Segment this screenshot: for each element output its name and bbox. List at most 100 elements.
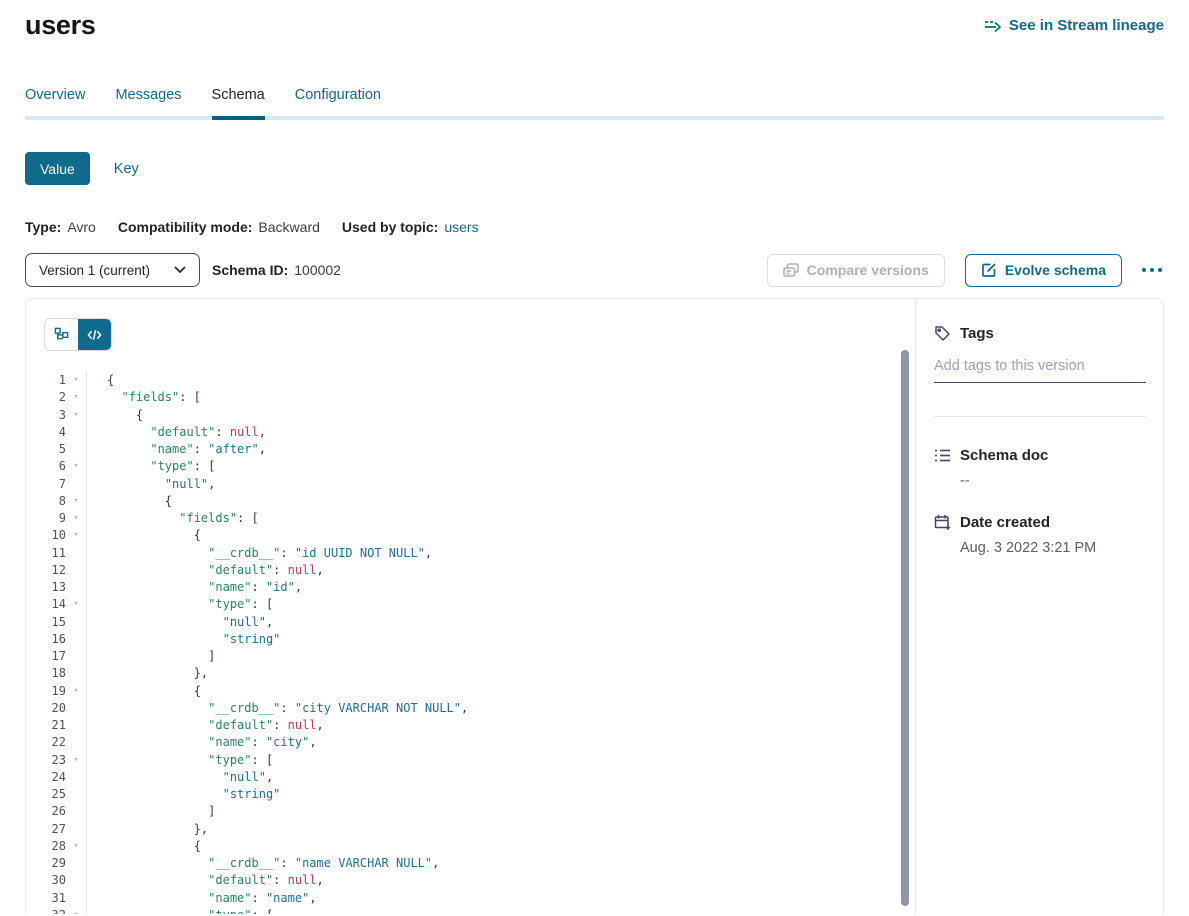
more-options-button[interactable] [1140,264,1164,276]
dot [1158,268,1162,272]
key-button[interactable]: Key [114,161,139,177]
calendar-plus-icon [934,514,951,531]
fold-gutter [66,769,86,786]
fold-gutter [66,562,86,579]
line-number: 21 [26,717,66,734]
fold-gutter [66,631,86,648]
topic-link[interactable]: users [444,219,478,235]
see-in-stream-lineage-link[interactable]: See in Stream lineage [984,17,1164,34]
edit-icon [981,262,997,278]
fold-toggle-icon[interactable]: ▾ [66,407,86,424]
tree-view-button[interactable] [45,319,78,350]
compat-value: Backward [258,219,319,235]
line-number: 8 [26,493,66,510]
sidebar-divider [934,416,1146,417]
fold-toggle-icon[interactable]: ▾ [66,527,86,544]
code-text: "name": "after", [86,441,915,458]
fold-gutter [66,545,86,562]
stream-lineage-icon [984,17,1002,33]
date-created-value: Aug. 3 2022 3:21 PM [960,540,1146,556]
code-text: "string" [86,631,915,648]
fold-gutter [66,579,86,596]
code-line: 25"string" [26,786,915,803]
add-tags-input[interactable] [934,358,1146,383]
code-text: { [86,683,915,700]
fold-toggle-icon[interactable]: ▾ [66,683,86,700]
evolve-schema-button[interactable]: Evolve schema [965,254,1122,287]
fold-gutter [66,890,86,907]
code-text: "default": null, [86,872,915,889]
fold-toggle-icon[interactable]: ▾ [66,596,86,613]
line-number: 30 [26,872,66,889]
line-number: 5 [26,441,66,458]
tab-messages[interactable]: Messages [115,87,181,120]
version-select-value: Version 1 (current) [39,263,150,278]
line-number: 14 [26,596,66,613]
code-text: "type": [ [86,752,915,769]
fold-toggle-icon[interactable]: ▾ [66,907,86,914]
schema-sidebar: Tags Schema doc -- [915,299,1163,914]
line-number: 7 [26,476,66,493]
code-text: "null", [86,476,915,493]
fold-gutter [66,441,86,458]
code-text: "name": "id", [86,579,915,596]
line-number: 19 [26,683,66,700]
code-line: 1▾{ [26,372,915,389]
line-number: 32 [26,907,66,914]
fold-gutter [66,648,86,665]
value-button[interactable]: Value [25,152,90,185]
fold-toggle-icon[interactable]: ▾ [66,372,86,389]
fold-toggle-icon[interactable]: ▾ [66,493,86,510]
code-text: "type": [ [86,458,915,475]
editor-scrollbar[interactable] [901,350,909,906]
page-header: users See in Stream lineage [25,0,1164,42]
value-key-toggle: Value Key [25,152,1164,185]
date-created-title: Date created [960,514,1050,531]
code-line: 8▾{ [26,493,915,510]
compare-versions-button[interactable]: Compare versions [767,254,945,287]
code-line: 20"__crdb__": "city VARCHAR NOT NULL", [26,700,915,717]
code-text: "type": [ [86,596,915,613]
dot [1150,268,1154,272]
compat-label: Compatibility mode: [118,219,253,235]
line-number: 29 [26,855,66,872]
code-line: 13"name": "id", [26,579,915,596]
list-icon [934,448,951,463]
code-text: "fields": [ [86,510,915,527]
schema-meta-row: Type: Avro Compatibility mode: Backward … [25,219,1164,235]
used-by-topic: Used by topic: users [342,219,479,235]
line-number: 20 [26,700,66,717]
code-line: 29"__crdb__": "name VARCHAR NULL", [26,855,915,872]
line-number: 24 [26,769,66,786]
code-line: 24 "null", [26,769,915,786]
topic-label: Used by topic: [342,219,438,235]
fold-toggle-icon[interactable]: ▾ [66,752,86,769]
schema-doc-value: -- [960,473,1146,489]
schema-panel: 1▾{2▾"fields": [3▾{4"default": null,5"na… [25,298,1164,914]
fold-gutter [66,821,86,838]
version-select[interactable]: Version 1 (current) [25,253,200,287]
fold-toggle-icon[interactable]: ▾ [66,389,86,406]
code-text: ] [86,803,915,820]
schema-id-value: 100002 [294,262,341,278]
tab-configuration[interactable]: Configuration [295,87,381,120]
schema-doc-title: Schema doc [960,447,1048,464]
fold-toggle-icon[interactable]: ▾ [66,510,86,527]
fold-toggle-icon[interactable]: ▾ [66,838,86,855]
code-text: "fields": [ [86,389,915,406]
fold-toggle-icon[interactable]: ▾ [66,458,86,475]
code-text: "type": [ [86,907,915,914]
code-line: 15"null", [26,614,915,631]
tags-section-header: Tags [934,325,1146,342]
line-number: 2 [26,389,66,406]
fold-gutter [66,424,86,441]
line-number: 18 [26,665,66,682]
code-line: 9▾"fields": [ [26,510,915,527]
line-number: 23 [26,752,66,769]
tab-schema[interactable]: Schema [212,87,265,120]
tab-overview[interactable]: Overview [25,87,85,120]
code-text: "null", [86,769,915,786]
code-view-button[interactable] [78,319,111,350]
code-line: 28▾{ [26,838,915,855]
evolve-schema-label: Evolve schema [1005,262,1106,278]
